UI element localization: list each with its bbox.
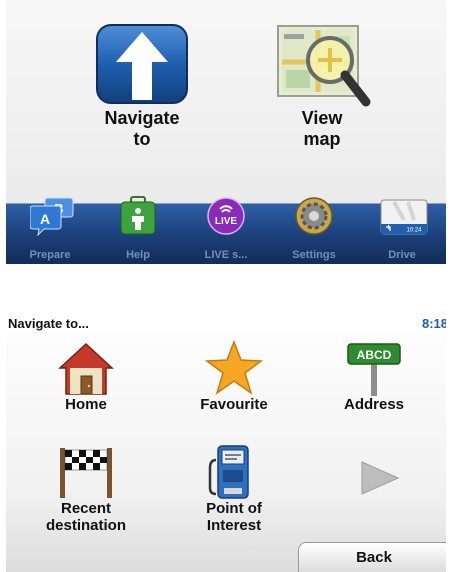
dock-item-prepare[interactable]: B A Prepare <box>6 197 94 264</box>
dock-item-settings[interactable]: Settings <box>270 197 358 264</box>
live-badge-text: LIVE <box>215 216 238 227</box>
dock-label-prepare: Prepare <box>29 249 71 261</box>
bottom-dock: B A Prepare Help <box>6 196 446 264</box>
home-label: Home <box>65 396 107 413</box>
dock-item-help[interactable]: Help <box>94 196 182 264</box>
navigate-to-screen: Navigate to... 8:18 Home Favourite ABCD … <box>6 312 446 572</box>
next-page-button[interactable] <box>358 460 408 496</box>
screen-header: Navigate to... 8:18 <box>6 312 446 334</box>
star-icon <box>204 339 264 396</box>
gear-icon <box>294 196 334 236</box>
house-icon <box>56 340 116 396</box>
favourite-label: Favourite <box>200 396 268 413</box>
ab-speech-bubbles-icon: B A <box>29 196 74 237</box>
live-services-icon: LIVE <box>206 196 246 236</box>
navigate-arrow-icon <box>94 22 190 106</box>
next-page-arrow-icon <box>361 461 400 495</box>
drive-time-text: 10:24 <box>406 228 422 234</box>
dock-label-live-services: LIVE s... <box>204 249 248 261</box>
navigate-to-button[interactable]: Navigate to <box>62 22 222 150</box>
dock-label-settings: Settings <box>292 249 336 261</box>
drive-view-icon: 10:24 <box>380 196 428 236</box>
clock: 8:18 <box>421 316 446 331</box>
dock-label-help: Help <box>126 249 150 261</box>
dock-label-drive: Drive <box>388 249 416 261</box>
recent-destination-button[interactable]: Recent destination <box>16 444 156 534</box>
favourite-button[interactable]: Favourite <box>164 339 304 413</box>
street-sign-icon: ABCD <box>344 340 404 396</box>
map-magnifier-icon <box>274 22 371 107</box>
sign-text: ABCD <box>357 348 392 362</box>
screen-title: Navigate to... <box>8 316 89 331</box>
address-button[interactable]: ABCD Address <box>304 340 444 413</box>
dock-item-drive[interactable]: 10:24 Drive <box>358 199 446 264</box>
recent-destination-label: Recent destination <box>45 500 126 534</box>
point-of-interest-label: Point of Interest <box>206 500 262 534</box>
view-map-button[interactable]: View map <box>242 22 402 150</box>
main-menu-screen: Navigate to View map B <box>6 0 446 264</box>
back-button[interactable]: Back <box>298 542 446 572</box>
view-map-label: View map <box>301 108 343 149</box>
fuel-pump-icon <box>204 444 264 500</box>
address-label: Address <box>343 396 405 413</box>
home-button[interactable]: Home <box>16 340 156 413</box>
svg-text:A: A <box>40 211 50 227</box>
dock-item-live-services[interactable]: LIVE LIVE s... <box>182 197 270 264</box>
first-aid-kit-icon <box>118 196 158 236</box>
navigate-to-label: Navigate to <box>104 108 180 149</box>
checkered-flag-icon <box>56 444 116 500</box>
point-of-interest-button[interactable]: Point of Interest <box>164 444 304 534</box>
